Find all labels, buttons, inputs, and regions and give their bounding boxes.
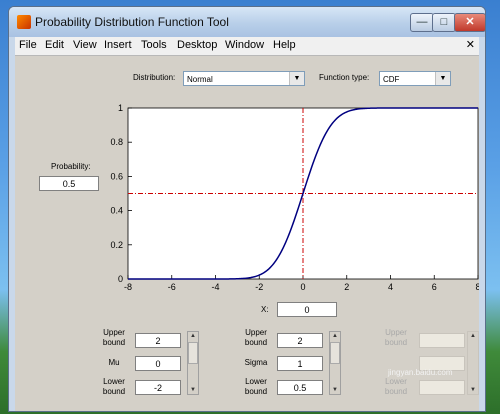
x-value-field[interactable]: 0	[277, 302, 337, 317]
cdf-plot: -8 -6 -4 -2 0 2 4 6 8 0 0.2 0.4 0.6 0.8 1	[110, 103, 479, 292]
param3-lower-bound-label: Lower bound	[384, 377, 408, 396]
menu-tools[interactable]: Tools	[141, 39, 167, 51]
arrow-down-icon[interactable]: ▼	[468, 386, 478, 394]
x-label: X:	[261, 305, 269, 314]
x-tick-label: -4	[211, 282, 219, 292]
sigma-upper-bound-field[interactable]: 2	[277, 333, 323, 348]
param3-upper-bound-field[interactable]	[419, 333, 465, 348]
mu-lower-bound-label: Lower bound	[102, 377, 126, 396]
arrow-down-icon[interactable]: ▼	[330, 386, 340, 394]
arrow-down-icon[interactable]: ▼	[188, 386, 198, 394]
param3-lower-bound-field[interactable]	[419, 380, 465, 395]
distribution-value: Normal	[187, 75, 213, 84]
y-tick-label: 0.2	[110, 240, 123, 250]
y-tick-label: 0.6	[110, 171, 123, 181]
watermark: jingyan.baidu.com	[388, 368, 453, 377]
x-tick-label: -8	[124, 282, 132, 292]
x-tick-label: 8	[475, 282, 479, 292]
minimize-button[interactable]: —	[410, 13, 434, 32]
x-tick-label: -2	[255, 282, 263, 292]
sigma-upper-bound-label: Upper bound	[244, 328, 268, 347]
probability-label: Probability:	[51, 162, 91, 171]
mu-slider-thumb[interactable]	[188, 342, 198, 364]
mu-field[interactable]: 0	[135, 356, 181, 371]
arrow-up-icon[interactable]: ▲	[188, 332, 198, 340]
chevron-down-icon: ▼	[289, 72, 304, 85]
menu-view[interactable]: View	[73, 39, 97, 51]
mu-upper-bound-label: Upper bound	[102, 328, 126, 347]
distribution-label: Distribution:	[133, 73, 176, 82]
menu-edit[interactable]: Edit	[45, 39, 64, 51]
mu-slider[interactable]: ▲ ▼	[187, 331, 199, 395]
function-type-select[interactable]: CDF ▼	[379, 71, 451, 86]
sigma-slider-thumb[interactable]	[330, 342, 340, 364]
menu-window[interactable]: Window	[225, 39, 264, 51]
y-tick-label: 0	[118, 274, 123, 284]
client-area: File Edit View Insert Tools Desktop Wind…	[15, 37, 479, 411]
sigma-label: Sigma	[244, 358, 268, 367]
title-bar[interactable]: Probability Distribution Function Tool —…	[9, 7, 485, 37]
sigma-slider[interactable]: ▲ ▼	[329, 331, 341, 395]
menu-file[interactable]: File	[19, 39, 37, 51]
y-tick-label: 0.4	[110, 206, 123, 216]
function-type-value: CDF	[383, 75, 400, 84]
x-tick-label: -6	[168, 282, 176, 292]
probability-field[interactable]: 0.5	[39, 176, 99, 191]
menu-close-icon[interactable]: ✕	[466, 38, 475, 51]
x-tick-label: 2	[344, 282, 349, 292]
app-window: Probability Distribution Function Tool —…	[8, 6, 486, 412]
menu-help[interactable]: Help	[273, 39, 296, 51]
menu-bar: File Edit View Insert Tools Desktop Wind…	[15, 37, 479, 56]
window-title: Probability Distribution Function Tool	[35, 15, 229, 29]
x-tick-label: 4	[388, 282, 393, 292]
arrow-up-icon[interactable]: ▲	[330, 332, 340, 340]
matlab-icon	[17, 15, 31, 29]
x-tick-label: 6	[432, 282, 437, 292]
x-tick-label: 0	[300, 282, 305, 292]
arrow-up-icon[interactable]: ▲	[468, 332, 478, 340]
sigma-lower-bound-label: Lower bound	[244, 377, 268, 396]
sigma-field[interactable]: 1	[277, 356, 323, 371]
chevron-down-icon: ▼	[435, 72, 450, 85]
sigma-lower-bound-field[interactable]: 0.5	[277, 380, 323, 395]
menu-desktop[interactable]: Desktop	[177, 39, 217, 51]
param3-slider[interactable]: ▲ ▼	[467, 331, 479, 395]
mu-label: Mu	[108, 358, 120, 367]
y-tick-label: 1	[118, 103, 123, 113]
function-type-label: Function type:	[319, 73, 370, 82]
close-button[interactable]: ✕	[454, 13, 485, 32]
menu-insert[interactable]: Insert	[104, 39, 132, 51]
param3-upper-bound-label: Upper bound	[384, 328, 408, 347]
maximize-button[interactable]: □	[432, 13, 456, 32]
mu-upper-bound-field[interactable]: 2	[135, 333, 181, 348]
distribution-select[interactable]: Normal ▼	[183, 71, 305, 86]
mu-lower-bound-field[interactable]: -2	[135, 380, 181, 395]
y-tick-label: 0.8	[110, 137, 123, 147]
